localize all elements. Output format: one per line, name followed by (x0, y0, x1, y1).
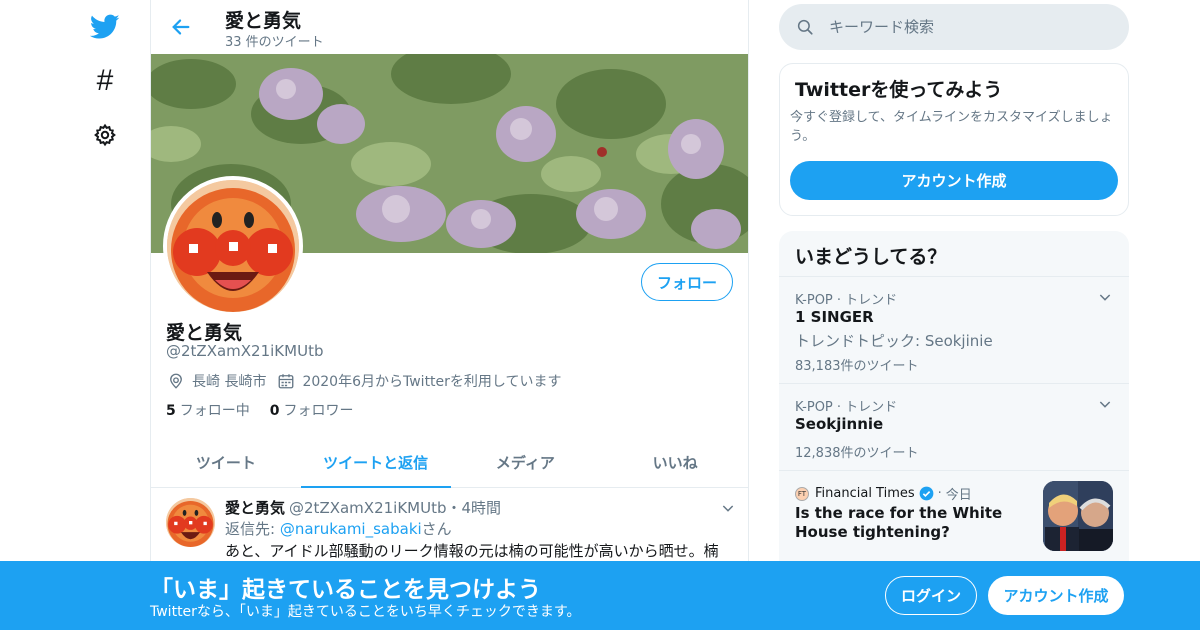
reply-suffix: さん (421, 520, 452, 538)
search-icon (795, 17, 815, 37)
search-box (779, 4, 1129, 50)
page-title: 愛と勇気 (225, 10, 302, 32)
twitter-logo-icon[interactable] (88, 10, 122, 44)
profile-joined-date: 2020年6月からTwitterを利用しています (302, 374, 562, 390)
separator-dot: · (937, 486, 942, 501)
tab-media[interactable]: メディア (451, 437, 601, 487)
signup-bottom-bar: 「いま」起きていることを見つけよう Twitterなら、「いま」起きていることを… (0, 561, 1200, 630)
trend-tweet-count: 12,838件のツイート (795, 446, 919, 461)
bottom-create-account-button[interactable]: アカウント作成 (988, 576, 1124, 615)
tab-likes[interactable]: いいね (600, 437, 748, 487)
tweet-text: あと、アイドル部騒動のリーク情報の元は楠の可能性が高いから晒せ。楠 (225, 542, 719, 560)
tweet-avatar[interactable] (166, 498, 215, 547)
news-headline: Is the race for the White House tighteni… (795, 504, 1003, 541)
following-link[interactable]: 5 フォロー中 (166, 400, 250, 420)
trend-item[interactable]: K-POP · トレンド Seokjinnie 12,838件のツイート (779, 383, 1129, 470)
trend-subtitle: トレンドトピック: Seokjinie (795, 332, 993, 350)
profile-tabs: ツイート ツイートと返信 メディア いいね (151, 437, 748, 488)
chevron-down-icon[interactable] (720, 500, 736, 516)
news-thumbnail-image (1043, 481, 1113, 551)
profile-stats: 5 フォロー中 0 フォロワー (166, 400, 354, 420)
trend-item[interactable]: K-POP · トレンド 1 SINGER トレンドトピック: Seokjini… (779, 276, 1129, 383)
explore-hashtag-icon[interactable]: # (88, 64, 122, 98)
trend-meta: K-POP · トレンド (795, 400, 898, 415)
verified-badge-icon (919, 486, 934, 501)
back-arrow-icon[interactable] (167, 13, 195, 41)
tweet-handle-time: @2tZXamX21iKMUtb・4時間 (289, 499, 502, 517)
chevron-down-icon[interactable] (1097, 289, 1113, 305)
tweet-header: 愛と勇気 @2tZXamX21iKMUtb・4時間 (225, 497, 501, 518)
following-count: 5 (166, 403, 176, 419)
bottom-bar-title: 「いま」起きていることを見つけよう (150, 577, 541, 603)
trends-title: いまどうしてる？ (795, 246, 947, 268)
left-nav: # (0, 0, 150, 630)
followers-label: フォロワー (283, 403, 354, 419)
trend-meta: K-POP · トレンド (795, 293, 898, 308)
profile-meta: 長崎 長崎市 2020年6月からTwitterを利用しています (166, 370, 562, 392)
promo-title: Twitterを使ってみよう (795, 79, 1003, 101)
news-source-name: Financial Times (815, 486, 915, 501)
tab-tweets[interactable]: ツイート (151, 437, 301, 487)
bottom-bar-subtitle: Twitterなら、「いま」起きていることをいち早くチェックできます。 (150, 604, 581, 620)
location-pin-icon (166, 371, 186, 391)
tweet-reply-to: 返信先: @narukami_sabakiさん (225, 518, 452, 539)
reply-prefix: 返信先: (225, 520, 280, 538)
followers-link[interactable]: 0 フォロワー (270, 400, 354, 420)
chevron-down-icon[interactable] (1097, 396, 1113, 412)
profile-name: 愛と勇気 (166, 322, 243, 344)
tab-tweets-and-replies[interactable]: ツイートと返信 (300, 437, 451, 488)
trend-name: 1 SINGER (795, 308, 874, 326)
following-label: フォロー中 (179, 403, 250, 419)
followers-count: 0 (269, 403, 280, 419)
financial-times-logo-icon: FT (795, 486, 809, 501)
login-button[interactable]: ログイン (885, 576, 977, 615)
follow-button[interactable]: フォロー (641, 263, 733, 301)
tweet-author-name[interactable]: 愛と勇気 (225, 499, 285, 517)
profile-avatar[interactable] (163, 176, 303, 316)
gear-icon[interactable] (88, 118, 122, 152)
trend-tweet-count: 83,183件のツイート (795, 359, 919, 374)
profile-handle: @2tZXamX21iKMUtb (166, 342, 324, 360)
promo-description: 今すぐ登録して、タイムラインをカスタマイズしましょう。 (790, 110, 1113, 144)
news-time: 今日 (945, 488, 972, 503)
profile-location: 長崎 長崎市 (192, 374, 267, 390)
profile-column: 愛と勇気 33 件のツイート フォロー 愛と勇気 @2tZXamX21iKMUt… (150, 0, 749, 630)
trends-panel: いまどうしてる？ K-POP · トレンド 1 SINGER トレンドトピック:… (779, 231, 1129, 591)
create-account-button[interactable]: アカウント作成 (790, 161, 1118, 200)
profile-header-bar: 愛と勇気 33 件のツイート (151, 0, 748, 54)
signup-promo-card: Twitterを使ってみよう 今すぐ登録して、タイムラインをカスタマイズしましょ… (779, 63, 1129, 216)
calendar-icon (276, 371, 296, 391)
news-source: FT Financial Times · 今日 (795, 484, 972, 503)
reply-to-link[interactable]: @narukami_sabaki (280, 520, 422, 538)
tweet-count: 33 件のツイート (225, 35, 324, 50)
search-input[interactable] (829, 18, 1109, 36)
trend-name: Seokjinnie (795, 415, 884, 433)
